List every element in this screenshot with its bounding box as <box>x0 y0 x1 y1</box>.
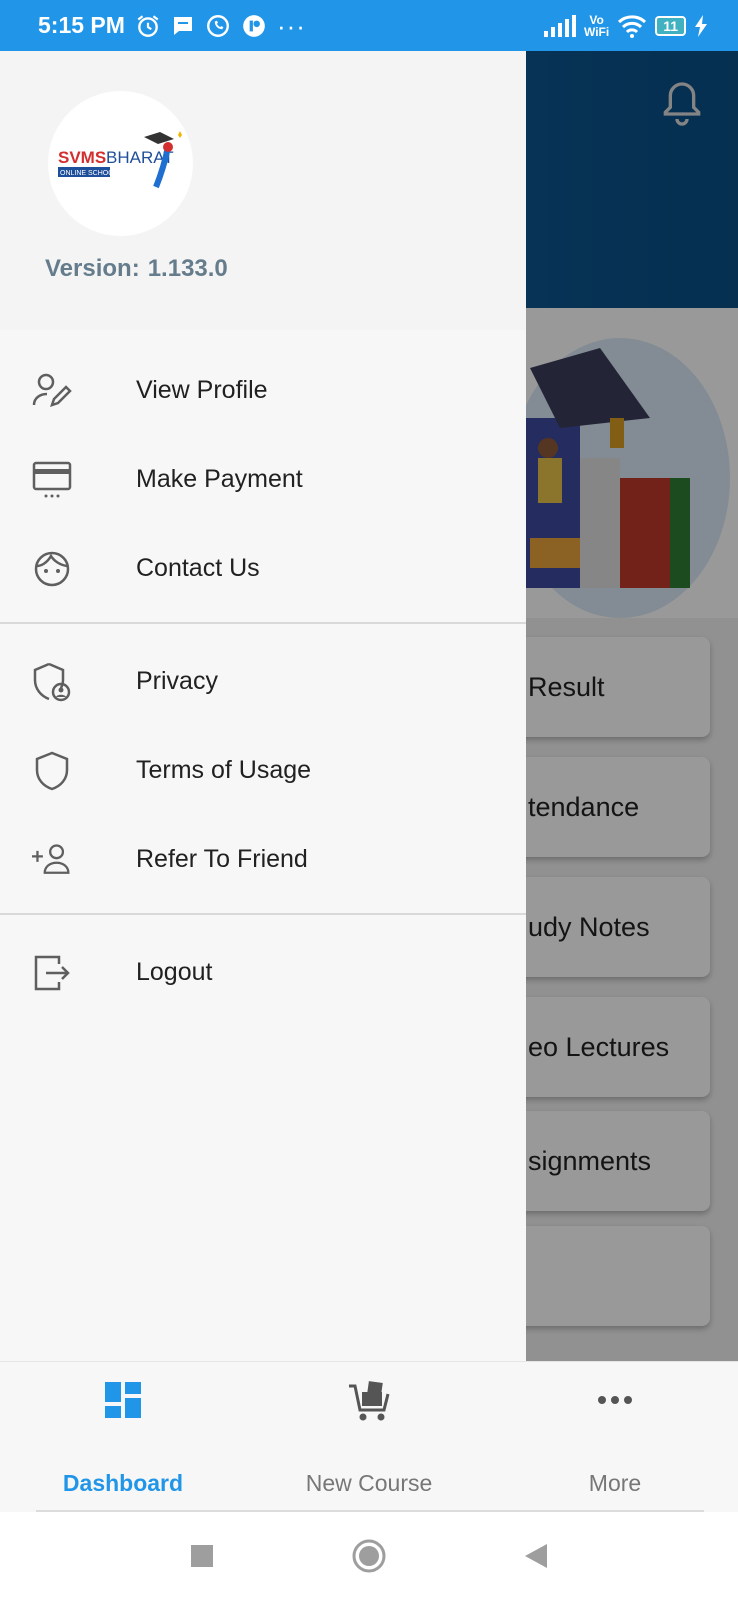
cart-icon <box>347 1378 391 1422</box>
menu-privacy-label: Privacy <box>136 667 218 695</box>
app-notification-icon <box>243 14 265 37</box>
wifi-icon <box>618 14 647 38</box>
bottom-navigation: Dashboard New Course More <box>0 1361 738 1512</box>
vowifi-indicator: Vo WiFi <box>584 14 609 38</box>
battery-icon: 11 <box>655 15 686 36</box>
whatsapp-icon <box>206 14 229 37</box>
menu-logout-label: Logout <box>136 958 213 986</box>
battery-level: 11 <box>663 17 678 34</box>
drawer-menu: View Profile Make Payment Contact Us Pri… <box>0 330 526 1017</box>
home-circle-icon <box>352 1539 386 1573</box>
nav-more-label: More <box>588 1470 642 1496</box>
navigation-drawer: SVMS BHARAT ONLINE SCHOOL Version: 1.133… <box>0 51 526 1361</box>
menu-logout[interactable]: Logout <box>0 928 526 1017</box>
dashboard-icon <box>101 1378 145 1422</box>
menu-view-profile-label: View Profile <box>136 376 268 404</box>
menu-group-session: Logout <box>0 928 526 1017</box>
logout-icon <box>32 953 72 993</box>
nav-new-course[interactable]: New Course <box>246 1362 492 1513</box>
add-user-icon <box>32 840 72 880</box>
more-notifications-icon: ··· <box>276 10 306 41</box>
nav-dashboard-label: Dashboard <box>62 1470 184 1496</box>
square-icon <box>191 1545 213 1567</box>
nav-dashboard[interactable]: Dashboard <box>0 1362 246 1513</box>
signal-icon <box>543 14 576 37</box>
recent-apps-button[interactable] <box>172 1512 232 1600</box>
vowifi-bottom: WiFi <box>583 24 610 39</box>
alarm-icon <box>137 14 159 37</box>
back-button[interactable] <box>506 1512 566 1600</box>
version-value: 1.133.0 <box>147 255 228 282</box>
message-icon <box>173 16 192 35</box>
version-info: Version: 1.133.0 <box>45 255 228 283</box>
nav-new-course-label: New Course <box>305 1470 433 1496</box>
shield-icon <box>32 751 72 791</box>
drawer-header: SVMS BHARAT ONLINE SCHOOL Version: 1.133… <box>0 51 526 330</box>
system-status-icons: Vo WiFi 11 <box>543 14 708 38</box>
status-time: 5:15 PM <box>38 12 125 38</box>
status-bar: 5:15 PM ··· Vo WiFi 11 <box>0 0 738 51</box>
svms-logo-icon: SVMS BHARAT ONLINE SCHOOL <box>57 130 182 188</box>
charging-icon <box>695 14 707 37</box>
menu-divider <box>0 913 526 915</box>
menu-refer-to-friend-label: Refer To Friend <box>136 845 308 873</box>
notification-icons: ··· <box>135 13 306 39</box>
credit-card-icon <box>32 460 72 500</box>
menu-contact-us-label: Contact Us <box>136 554 260 582</box>
menu-make-payment[interactable]: Make Payment <box>0 435 526 524</box>
version-label: Version: <box>45 255 140 282</box>
edit-user-icon <box>32 371 72 411</box>
menu-group-account: View Profile Make Payment Contact Us <box>0 330 526 613</box>
menu-contact-us[interactable]: Contact Us <box>0 524 526 613</box>
more-dots-icon <box>593 1378 637 1422</box>
back-triangle-icon <box>525 1544 547 1568</box>
vowifi-top: Vo <box>589 12 604 27</box>
menu-divider <box>0 622 526 624</box>
menu-make-payment-label: Make Payment <box>136 465 303 493</box>
menu-privacy[interactable]: Privacy <box>0 637 526 726</box>
menu-view-profile[interactable]: View Profile <box>0 346 526 435</box>
menu-refer-to-friend[interactable]: Refer To Friend <box>0 815 526 904</box>
support-agent-icon <box>32 549 72 589</box>
system-navigation-bar <box>0 1512 738 1600</box>
svg-text:SVMS: SVMS <box>58 148 106 167</box>
menu-group-legal: Privacy Terms of Usage Refer To Friend <box>0 637 526 904</box>
svg-text:ONLINE SCHOOL: ONLINE SCHOOL <box>60 170 118 177</box>
app-logo: SVMS BHARAT ONLINE SCHOOL <box>48 91 193 236</box>
privacy-shield-icon <box>32 662 72 702</box>
menu-terms-of-usage-label: Terms of Usage <box>136 756 312 784</box>
menu-terms-of-usage[interactable]: Terms of Usage <box>0 726 526 815</box>
home-button[interactable] <box>339 1512 399 1600</box>
nav-more[interactable]: More <box>492 1362 738 1513</box>
